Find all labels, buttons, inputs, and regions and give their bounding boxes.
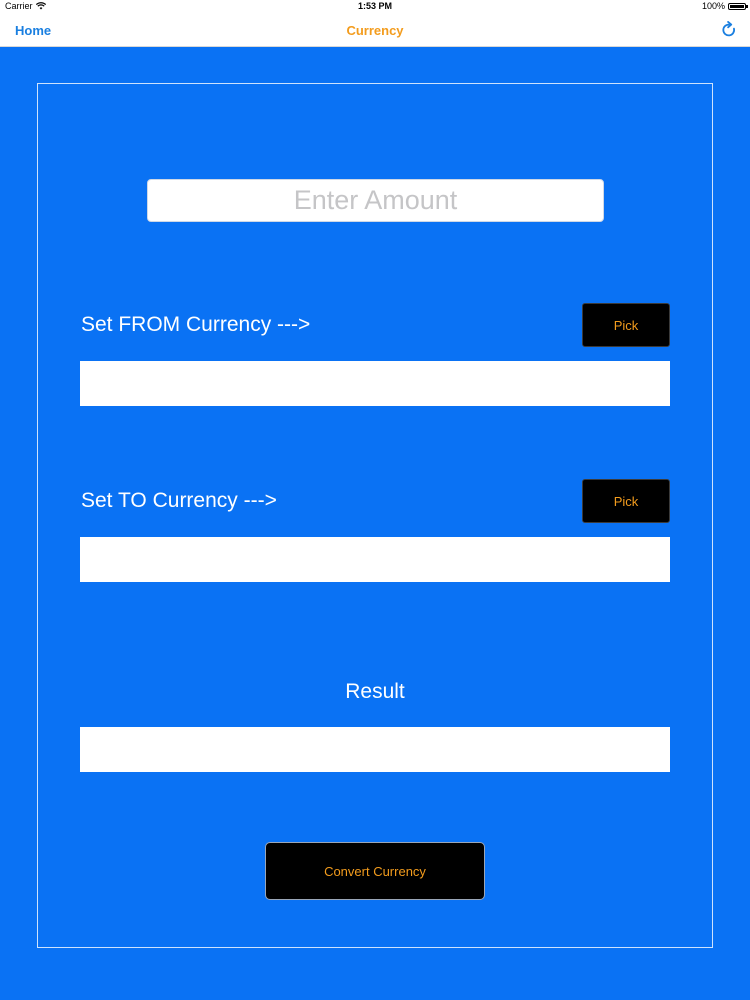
status-battery: 100% bbox=[701, 1, 748, 11]
to-currency-field[interactable] bbox=[80, 537, 670, 582]
battery-percent: 100% bbox=[701, 1, 725, 11]
result-label: Result bbox=[345, 680, 405, 703]
battery-icon bbox=[728, 2, 748, 10]
convert-currency-button[interactable]: Convert Currency bbox=[265, 842, 485, 900]
to-currency-label: Set TO Currency ---> bbox=[81, 489, 277, 512]
status-bar: Carrier 1:53 PM 100% bbox=[0, 0, 750, 14]
from-currency-field[interactable] bbox=[80, 361, 670, 406]
from-pick-button[interactable]: Pick bbox=[582, 303, 670, 347]
result-field[interactable] bbox=[80, 727, 670, 772]
status-time: 1:53 PM bbox=[357, 1, 392, 11]
from-currency-label: Set FROM Currency ---> bbox=[81, 313, 311, 336]
refresh-icon[interactable] bbox=[720, 21, 738, 39]
navigation-bar: Home Currency bbox=[0, 14, 750, 47]
to-pick-button[interactable]: Pick bbox=[582, 479, 670, 523]
amount-input[interactable] bbox=[147, 179, 604, 222]
page-title: Currency bbox=[346, 23, 404, 38]
